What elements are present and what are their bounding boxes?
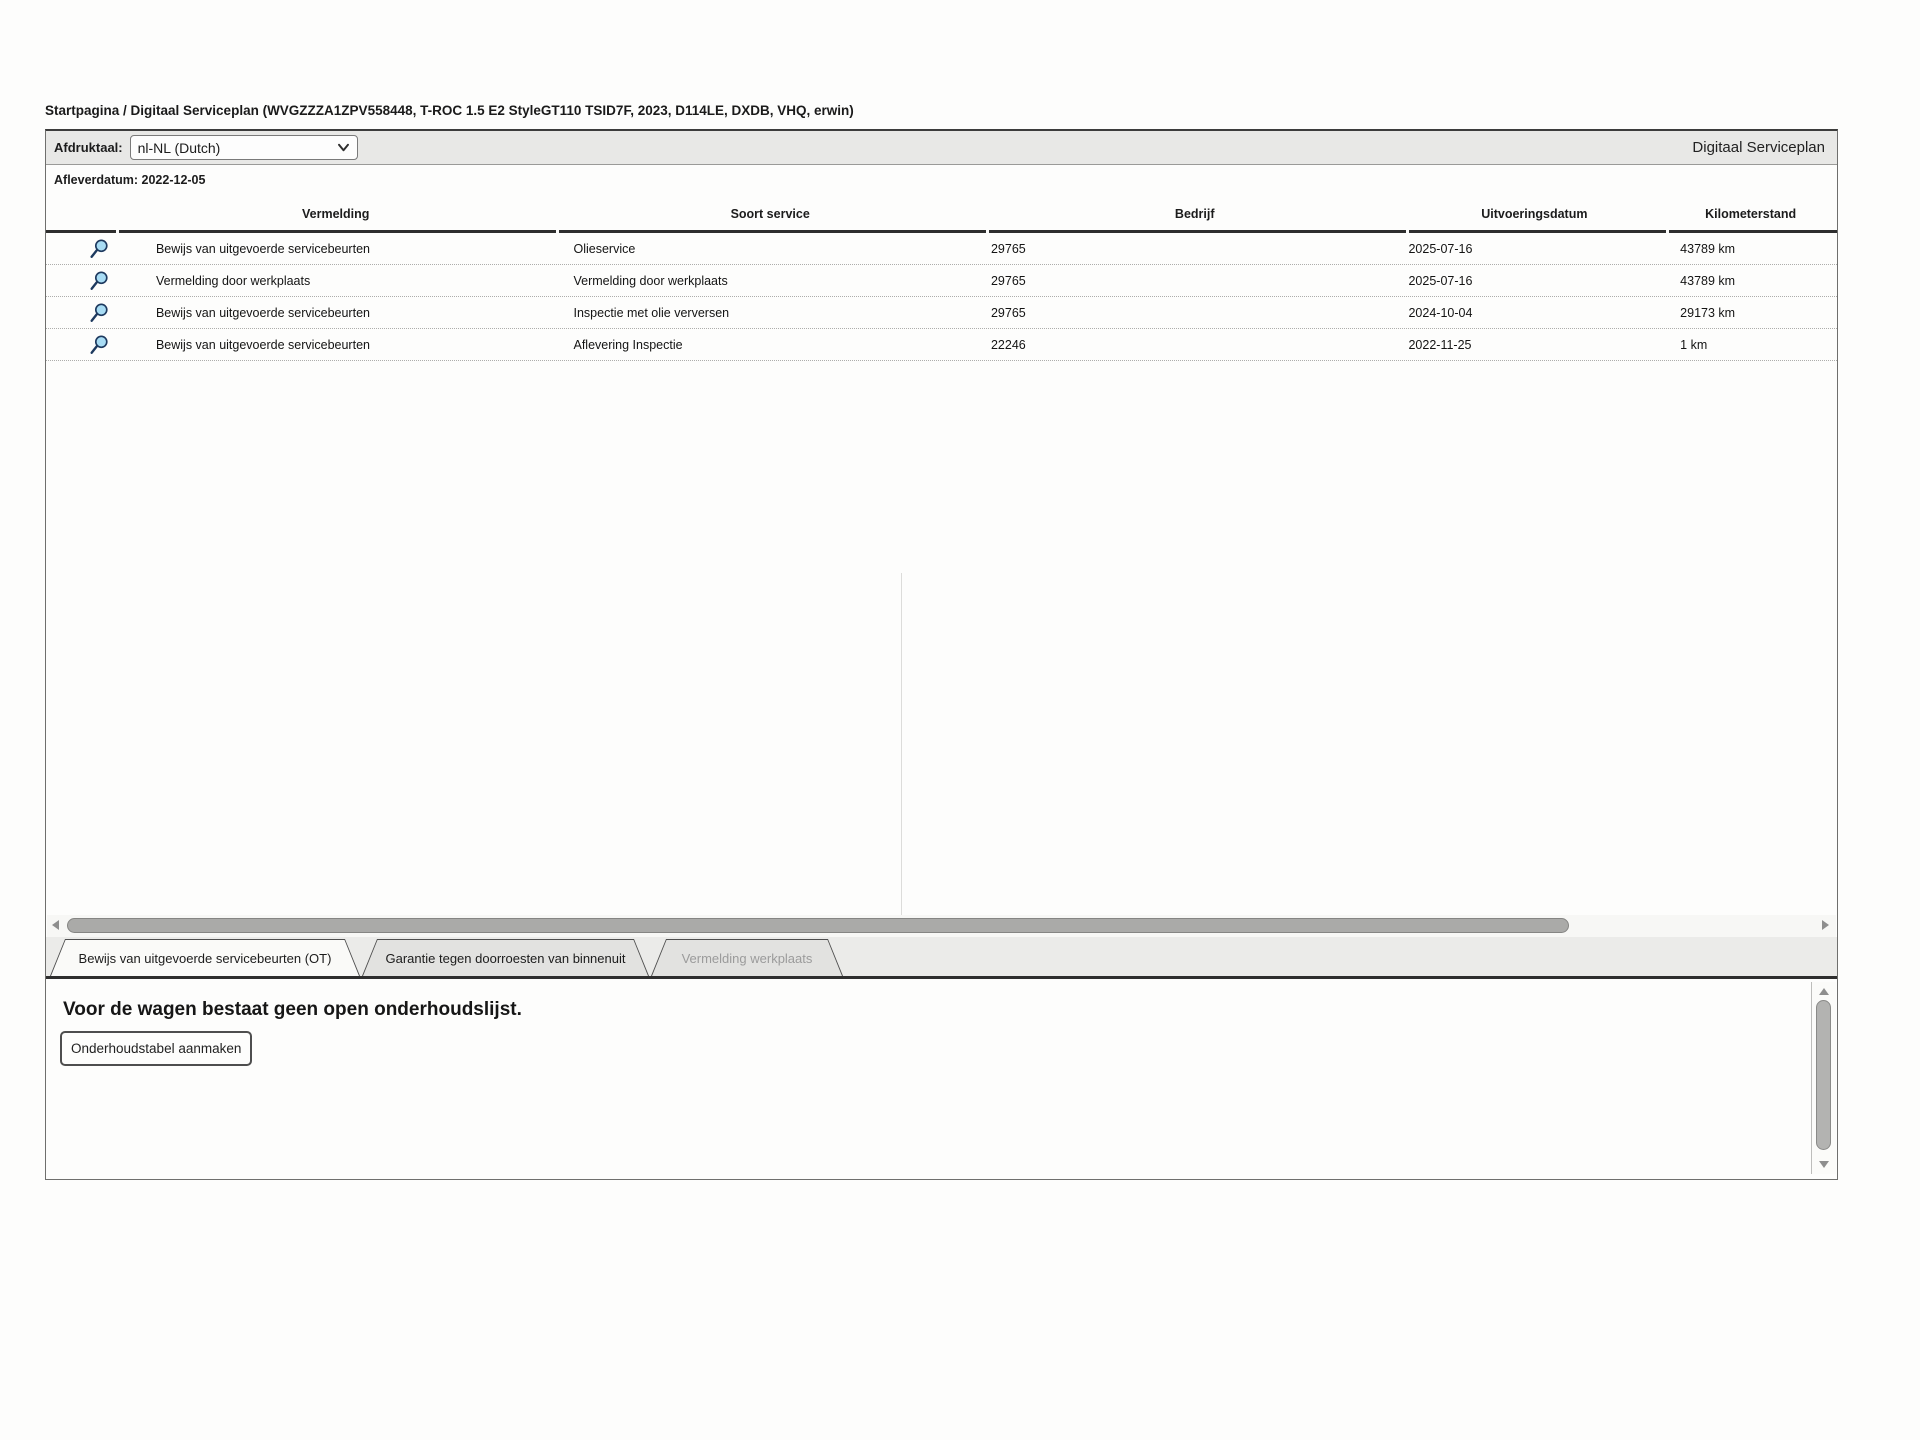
chevron-down-icon [337, 143, 349, 152]
column-header-uitvoeringsdatum: Uitvoeringsdatum [1481, 207, 1588, 221]
magnifier-icon[interactable] [88, 302, 110, 324]
cell-uitvoeringsdatum: 2024-10-04 [1408, 305, 1473, 320]
tab-garantie-doorroesten[interactable]: Garantie tegen doorroesten van binnenuit [362, 937, 649, 976]
horizontal-scrollbar[interactable] [47, 915, 1836, 937]
column-divider-line [901, 573, 902, 915]
cell-uitvoeringsdatum: 2022-11-25 [1408, 337, 1472, 352]
column-header-bedrijf: Bedrijf [1174, 207, 1215, 221]
cell-bedrijf: 29765 [990, 241, 1026, 256]
horizontal-scrollbar-thumb[interactable] [67, 918, 1569, 933]
cell-soort-service: Olieservice [573, 241, 636, 256]
cell-vermelding: Bewijs van uitgevoerde servicebeurten [155, 305, 370, 320]
cell-bedrijf: 29765 [990, 273, 1026, 288]
table-row: Bewijs van uitgevoerde servicebeurten Af… [46, 329, 1837, 361]
magnifier-icon[interactable] [88, 270, 110, 292]
print-language-label: Afdruktaal: [54, 140, 123, 155]
cell-uitvoeringsdatum: 2025-07-16 [1408, 273, 1473, 288]
column-header-kilometerstand: Kilometerstand [1705, 207, 1797, 221]
cell-bedrijf: 29765 [990, 305, 1026, 320]
vertical-scrollbar-thumb[interactable] [1816, 1000, 1831, 1150]
breadcrumb[interactable]: Startpagina / Digitaal Serviceplan (WVGZ… [45, 103, 854, 118]
no-maintenance-message: Voor de wagen bestaat geen open onderhou… [63, 999, 522, 1020]
top-toolbar: Afdruktaal: nl-NL (Dutch) Digitaal Servi… [46, 131, 1837, 165]
tab-strip: Bewijs van uitgevoerde servicebeurten (O… [46, 937, 1837, 979]
delivery-date: Afleverdatum: 2022-12-05 [54, 173, 206, 187]
cell-kilometerstand: 43789 km [1680, 241, 1736, 256]
vertical-scrollbar[interactable] [1811, 982, 1836, 1174]
cell-soort-service: Inspectie met olie verversen [573, 305, 730, 320]
cell-uitvoeringsdatum: 2025-07-16 [1408, 241, 1473, 256]
cell-vermelding: Bewijs van uitgevoerde servicebeurten [155, 241, 370, 256]
cell-kilometerstand: 43789 km [1680, 273, 1736, 288]
cell-kilometerstand: 1 km [1680, 337, 1708, 352]
tab-content-panel: Voor de wagen bestaat geen open onderhou… [46, 979, 1837, 1182]
cell-vermelding: Vermelding door werkplaats [155, 273, 311, 288]
magnifier-icon[interactable] [88, 238, 110, 260]
column-header-vermelding: Vermelding [301, 207, 370, 221]
cell-soort-service: Aflevering Inspectie [573, 337, 683, 352]
serviceplan-panel: Afdruktaal: nl-NL (Dutch) Digitaal Servi… [45, 129, 1838, 1180]
scroll-down-icon[interactable] [1819, 1161, 1829, 1168]
table-row: Bewijs van uitgevoerde servicebeurten In… [46, 297, 1837, 329]
create-maintenance-table-button[interactable]: Onderhoudstabel aanmaken [60, 1031, 253, 1066]
tab-label: Vermelding werkplaats [652, 940, 842, 976]
cell-vermelding: Bewijs van uitgevoerde servicebeurten [155, 337, 370, 352]
page-title: Digitaal Serviceplan [1692, 139, 1825, 156]
cell-bedrijf: 22246 [990, 337, 1026, 352]
tab-vermelding-werkplaats[interactable]: Vermelding werkplaats [651, 937, 843, 976]
scroll-right-icon[interactable] [1822, 920, 1829, 930]
print-language-value: nl-NL (Dutch) [137, 139, 221, 156]
table-row: Bewijs van uitgevoerde servicebeurten Ol… [46, 233, 1837, 265]
table-header: Vermelding Soort service Bedrijf Uitvoer… [46, 195, 1837, 233]
cell-soort-service: Vermelding door werkplaats [573, 273, 728, 288]
table-row: Vermelding door werkplaats Vermelding do… [46, 265, 1837, 297]
cell-kilometerstand: 29173 km [1680, 305, 1736, 320]
column-header-soort-service: Soort service [730, 207, 810, 221]
scroll-left-icon[interactable] [52, 920, 59, 930]
tab-label: Garantie tegen doorroesten van binnenuit [363, 940, 648, 976]
table-body: Bewijs van uitgevoerde servicebeurten Ol… [46, 233, 1837, 361]
scroll-up-icon[interactable] [1819, 988, 1829, 995]
print-language-select[interactable]: nl-NL (Dutch) [129, 135, 358, 160]
tab-label: Bewijs van uitgevoerde servicebeurten (O… [51, 940, 359, 976]
magnifier-icon[interactable] [88, 334, 110, 356]
tab-bewijs-servicebeurten[interactable]: Bewijs van uitgevoerde servicebeurten (O… [50, 937, 360, 976]
